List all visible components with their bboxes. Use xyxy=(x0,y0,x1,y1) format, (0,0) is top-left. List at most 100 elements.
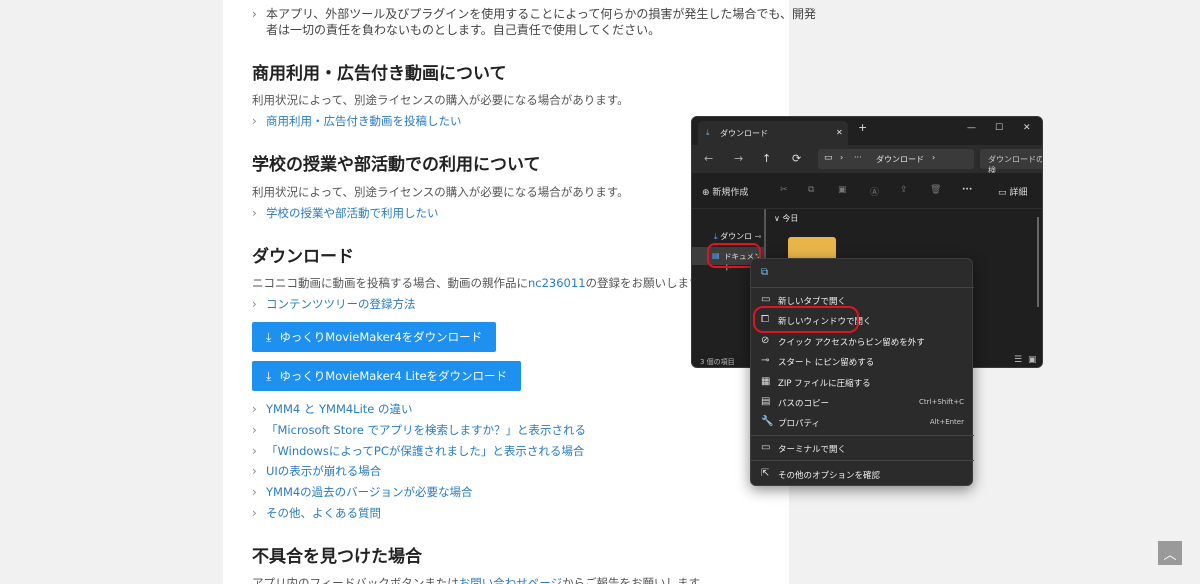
menu-item-more-options[interactable]: ⇱ その他のオプションを確認 xyxy=(751,464,974,484)
address-bar[interactable]: ▭ › ··· ダウンロード › xyxy=(818,149,974,169)
download-text-before: ニコニコ動画に動画を投稿する場合、動画の親作品に xyxy=(252,276,528,290)
details-button[interactable]: ▭ 詳細 xyxy=(998,185,1027,198)
search-input[interactable]: ダウンロードの検 xyxy=(980,149,1042,175)
forward-icon[interactable]: → xyxy=(734,152,743,165)
menu-item-properties[interactable]: 🔧 プロパティ Alt+Enter xyxy=(751,412,974,432)
rename-icon[interactable]: Ⓐ xyxy=(870,185,879,198)
download-icon: ⤓ xyxy=(714,232,718,241)
paste-icon[interactable]: ▣ xyxy=(838,185,847,195)
breadcrumb-downloads[interactable]: ダウンロード xyxy=(876,154,924,165)
chevron-right-icon: › xyxy=(252,297,257,311)
maximize-icon[interactable]: ☐ xyxy=(995,123,1003,133)
chevron-right-icon: › xyxy=(840,153,844,162)
tab-downloads[interactable]: ⤓ ダウンロード ✕ xyxy=(698,121,848,145)
chevron-right-icon: › xyxy=(252,206,257,220)
nc-link[interactable]: nc236011 xyxy=(528,276,586,290)
menu-item-pin-start[interactable]: ⊸ スタート にピン留めする xyxy=(751,351,974,371)
menu-item-label: その他のオプションを確認 xyxy=(778,471,881,481)
context-menu: ⧉ ▭ 新しいタブで開く ⧠ 新しいウィンドウで開く ⊘ クイック アクセスから… xyxy=(750,258,974,486)
faq-link[interactable]: › 「Microsoft Store でアプリを検索しますか？」と表示される xyxy=(252,422,586,438)
faq-link-label: YMM4 と YMM4Lite の違い xyxy=(266,402,413,416)
menu-divider xyxy=(751,460,974,461)
folder-icon[interactable] xyxy=(788,237,836,259)
chevron-right-icon: › xyxy=(252,485,257,499)
pin-icon: ⊸ xyxy=(754,232,762,241)
faq-link[interactable]: › 「WindowsによってPCが保護されました」と表示される場合 xyxy=(252,443,584,459)
status-count: 3 個の項目 xyxy=(700,358,735,366)
download-text: ニコニコ動画に動画を投稿する場合、動画の親作品にnc236011の登録をお願いし… xyxy=(252,275,711,291)
commercial-heading: 商用利用・広告付き動画について xyxy=(252,64,507,84)
menu-item-copy-path[interactable]: ▤ パスのコピー Ctrl+Shift+C xyxy=(751,392,974,412)
chevron-right-icon: › xyxy=(932,153,936,162)
delete-icon[interactable]: 🗑 xyxy=(930,185,941,195)
faq-link-label: YMM4の過去のバージョンが必要な場合 xyxy=(266,485,473,499)
tile-view-icon[interactable]: ▣ xyxy=(1028,355,1037,365)
unpin-icon: ⊘ xyxy=(761,335,770,346)
cut-icon[interactable]: ✂ xyxy=(780,185,788,195)
bug-heading: 不具合を見つけた場合 xyxy=(252,547,422,567)
menu-divider xyxy=(751,287,974,288)
school-link[interactable]: › 学校の授業や部活動で利用したい xyxy=(252,205,439,221)
new-button[interactable]: ⊕ 新規作成 xyxy=(702,185,748,198)
menu-divider xyxy=(751,435,974,436)
disclaimer-item: › 本アプリ、外部ツール及びプラグインを使用することによって何らかの損害が発生した… xyxy=(252,6,816,22)
faq-link[interactable]: › その他、よくある質問 xyxy=(252,505,381,521)
share-icon[interactable]: ⇪ xyxy=(900,185,908,195)
menu-item-zip[interactable]: ▦ ZIP ファイルに圧縮する xyxy=(751,372,974,392)
pin-icon: ⊸ xyxy=(761,355,770,366)
faq-link-label: 「WindowsによってPCが保護されました」と表示される場合 xyxy=(266,444,585,458)
commercial-link[interactable]: › 商用利用・広告付き動画を投稿したい xyxy=(252,113,462,129)
download-ymm4-lite-label: ゆっくりMovieMaker4 Liteをダウンロード xyxy=(279,369,508,383)
content-tree-link-label: コンテンツツリーの登録方法 xyxy=(266,297,416,311)
new-button-label: 新規作成 xyxy=(712,188,749,198)
terminal-icon: ▭ xyxy=(761,442,771,453)
download-icon: ⤓ xyxy=(266,329,272,344)
back-icon[interactable]: ← xyxy=(704,152,713,165)
breadcrumb-more[interactable]: ··· xyxy=(854,153,862,162)
tab-icon: ▭ xyxy=(761,294,771,305)
minimize-icon[interactable]: — xyxy=(967,123,976,133)
download-icon: ⤓ xyxy=(266,368,272,383)
chevron-right-icon: › xyxy=(252,7,257,21)
more-options-icon: ⇱ xyxy=(761,468,770,479)
list-view-icon[interactable]: ☰ xyxy=(1014,355,1022,365)
faq-link-label: その他、よくある質問 xyxy=(266,506,381,520)
up-icon[interactable]: ↑ xyxy=(762,152,771,165)
menu-item-shortcut: Ctrl+Shift+C xyxy=(919,398,964,406)
new-tab-icon[interactable]: + xyxy=(858,121,867,134)
chevron-right-icon: › xyxy=(252,506,257,520)
more-icon[interactable]: ··· xyxy=(962,185,972,195)
download-ymm4-button[interactable]: ⤓ ゆっくりMovieMaker4をダウンロード xyxy=(252,322,497,352)
group-today[interactable]: ∨ 今日 xyxy=(774,213,798,224)
menu-item-unpin-quick-access[interactable]: ⊘ クイック アクセスからピン留めを外す xyxy=(751,331,974,351)
copy-icon[interactable]: ⧉ xyxy=(808,185,814,195)
faq-link[interactable]: › YMM4の過去のバージョンが必要な場合 xyxy=(252,484,472,500)
school-link-label: 学校の授業や部活動で利用したい xyxy=(266,206,439,220)
content-scrollbar[interactable] xyxy=(1037,217,1039,307)
chevron-right-icon: › xyxy=(252,114,257,128)
menu-item-shortcut: Alt+Enter xyxy=(929,418,964,426)
sidebar-item-downloads[interactable]: ⤓ ダウンロ ⊸ xyxy=(714,231,761,242)
menu-item-label: スタート にピン留めする xyxy=(778,358,875,368)
download-ymm4-lite-button[interactable]: ⤓ ゆっくりMovieMaker4 Liteをダウンロード xyxy=(252,361,522,391)
download-heading: ダウンロード xyxy=(252,247,354,267)
nav-bar: ← → ↑ ⟳ ▭ › ··· ダウンロード › ダウンロードの検 xyxy=(692,145,1042,175)
close-icon[interactable]: ✕ xyxy=(836,128,843,137)
menu-copy-button[interactable]: ⧉ xyxy=(751,263,974,283)
scroll-top-button[interactable]: ︿ xyxy=(1158,541,1182,565)
faq-link[interactable]: › YMM4 と YMM4Lite の違い xyxy=(252,401,413,417)
chevron-right-icon: › xyxy=(252,444,257,458)
bug-text-before: アプリ内のフィードバックボタンまたは xyxy=(252,576,459,584)
content-tree-link[interactable]: › コンテンツツリーの登録方法 xyxy=(252,296,416,312)
refresh-icon[interactable]: ⟳ xyxy=(792,152,801,165)
copy-path-icon: ▤ xyxy=(761,396,771,407)
faq-link[interactable]: › UIの表示が崩れる場合 xyxy=(252,463,381,479)
menu-item-terminal[interactable]: ▭ ターミナルで開く xyxy=(751,438,974,458)
faq-link-label: 「Microsoft Store でアプリを検索しますか？」と表示される xyxy=(266,423,587,437)
menu-item-label: ターミナルで開く xyxy=(778,445,847,455)
close-window-icon[interactable]: ✕ xyxy=(1023,123,1031,133)
faq-link-label: UIの表示が崩れる場合 xyxy=(266,464,382,478)
sidebar-downloads-label: ダウンロ xyxy=(720,232,753,241)
details-label: 詳細 xyxy=(1009,188,1028,198)
contact-link[interactable]: お問い合わせページ xyxy=(459,576,562,584)
